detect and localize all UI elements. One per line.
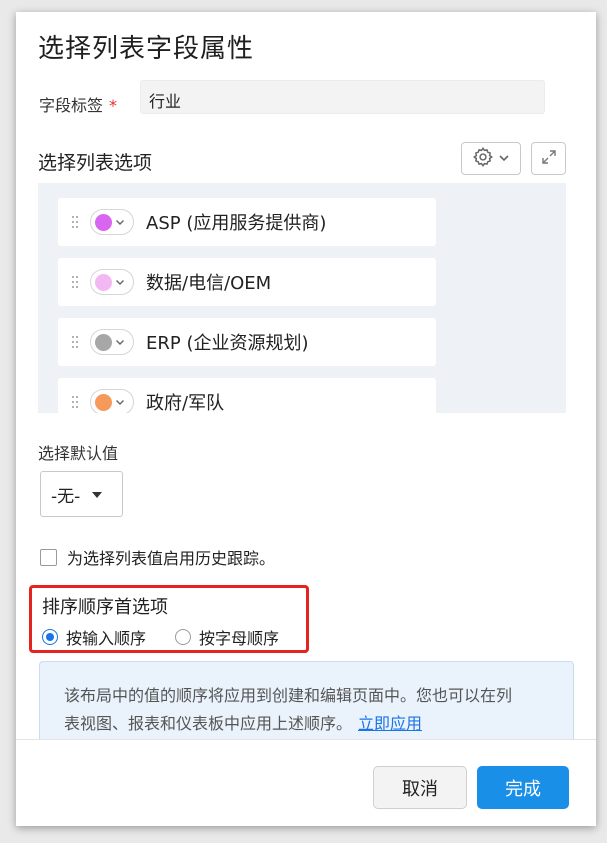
default-value-select[interactable]: -无- — [40, 471, 123, 517]
default-value-label: 选择默认值 — [38, 444, 119, 463]
history-tracking-label[interactable]: 为选择列表值启用历史跟踪。 — [67, 545, 275, 569]
done-button[interactable]: 完成 — [477, 766, 569, 809]
picklist-option[interactable]: ERP (企业资源规划) — [58, 318, 436, 366]
chevron-down-icon — [116, 340, 124, 345]
chevron-down-icon — [498, 149, 510, 168]
default-value-selected: -无- — [51, 486, 81, 507]
sort-alphabetical-option[interactable]: 按字母顺序 — [175, 625, 279, 649]
sort-by-entry-radio[interactable] — [42, 629, 58, 645]
sort-preference-section: 排序顺序首选项 按输入顺序 按字母顺序 — [29, 585, 309, 653]
field-label-caption: 字段标签 * — [39, 92, 117, 116]
color-dot — [95, 393, 112, 411]
field-label-input[interactable]: 行业 — [140, 80, 545, 114]
sort-by-entry-label[interactable]: 按输入顺序 — [66, 625, 146, 649]
drag-handle-icon[interactable] — [70, 275, 80, 289]
info-text-line-1: 该布局中的值的顺序将应用到创建和编辑页面中。您也可以在列 — [64, 686, 513, 705]
field-properties-dialog: 选择列表字段属性 字段标签 * 行业 选择列表选项 ASP (应用服务提供商) … — [16, 12, 596, 826]
apply-now-link[interactable]: 立即应用 — [358, 714, 422, 733]
color-dot — [95, 333, 112, 351]
color-picker[interactable] — [90, 269, 134, 295]
gear-icon — [472, 146, 494, 172]
info-text: 表视图、报表和仪表板中应用上述顺序。 — [64, 714, 353, 733]
sort-preference-title: 排序顺序首选项 — [42, 597, 168, 618]
picklist-option[interactable]: 数据/电信/OEM — [58, 258, 436, 306]
info-text-line-2: 表视图、报表和仪表板中应用上述顺序。 立即应用 — [64, 710, 549, 738]
color-dot — [95, 213, 112, 231]
sort-by-entry-option[interactable]: 按输入顺序 — [42, 625, 146, 649]
color-picker[interactable] — [90, 209, 134, 235]
option-text[interactable]: 数据/电信/OEM — [146, 269, 271, 295]
settings-dropdown-button[interactable] — [461, 142, 521, 175]
field-label-text: 字段标签 — [39, 96, 104, 115]
picklist-option[interactable]: ASP (应用服务提供商) — [58, 198, 436, 246]
chevron-down-icon — [116, 400, 124, 405]
sort-alphabetical-label[interactable]: 按字母顺序 — [199, 625, 279, 649]
picklist-options-panel[interactable]: ASP (应用服务提供商) 数据/电信/OEM ERP (企业资源规划) 政府/… — [38, 183, 566, 413]
cancel-button[interactable]: 取消 — [373, 766, 467, 809]
dialog-footer: 取消 完成 — [16, 740, 596, 826]
color-picker[interactable] — [90, 329, 134, 355]
dialog-title: 选择列表字段属性 — [38, 34, 255, 64]
option-text[interactable]: ERP (企业资源规划) — [146, 329, 309, 355]
drag-handle-icon[interactable] — [70, 215, 80, 229]
expand-button[interactable] — [531, 142, 566, 175]
sort-alphabetical-radio[interactable] — [175, 629, 191, 645]
color-dot — [95, 273, 112, 291]
expand-icon — [541, 149, 557, 169]
chevron-down-icon — [116, 220, 124, 225]
picklist-option[interactable]: 政府/军队 — [58, 378, 436, 413]
history-tracking-checkbox[interactable] — [40, 548, 57, 566]
required-marker: * — [109, 96, 118, 115]
history-tracking-option[interactable]: 为选择列表值启用历史跟踪。 — [40, 545, 275, 569]
caret-down-icon — [92, 484, 103, 504]
chevron-down-icon — [116, 280, 124, 285]
option-text[interactable]: 政府/军队 — [146, 389, 224, 413]
option-text[interactable]: ASP (应用服务提供商) — [146, 209, 326, 235]
sort-info-banner: 该布局中的值的顺序将应用到创建和编辑页面中。您也可以在列 表视图、报表和仪表板中… — [39, 661, 574, 746]
drag-handle-icon[interactable] — [70, 395, 80, 409]
color-picker[interactable] — [90, 389, 134, 413]
drag-handle-icon[interactable] — [70, 335, 80, 349]
picklist-options-heading: 选择列表选项 — [38, 152, 153, 174]
